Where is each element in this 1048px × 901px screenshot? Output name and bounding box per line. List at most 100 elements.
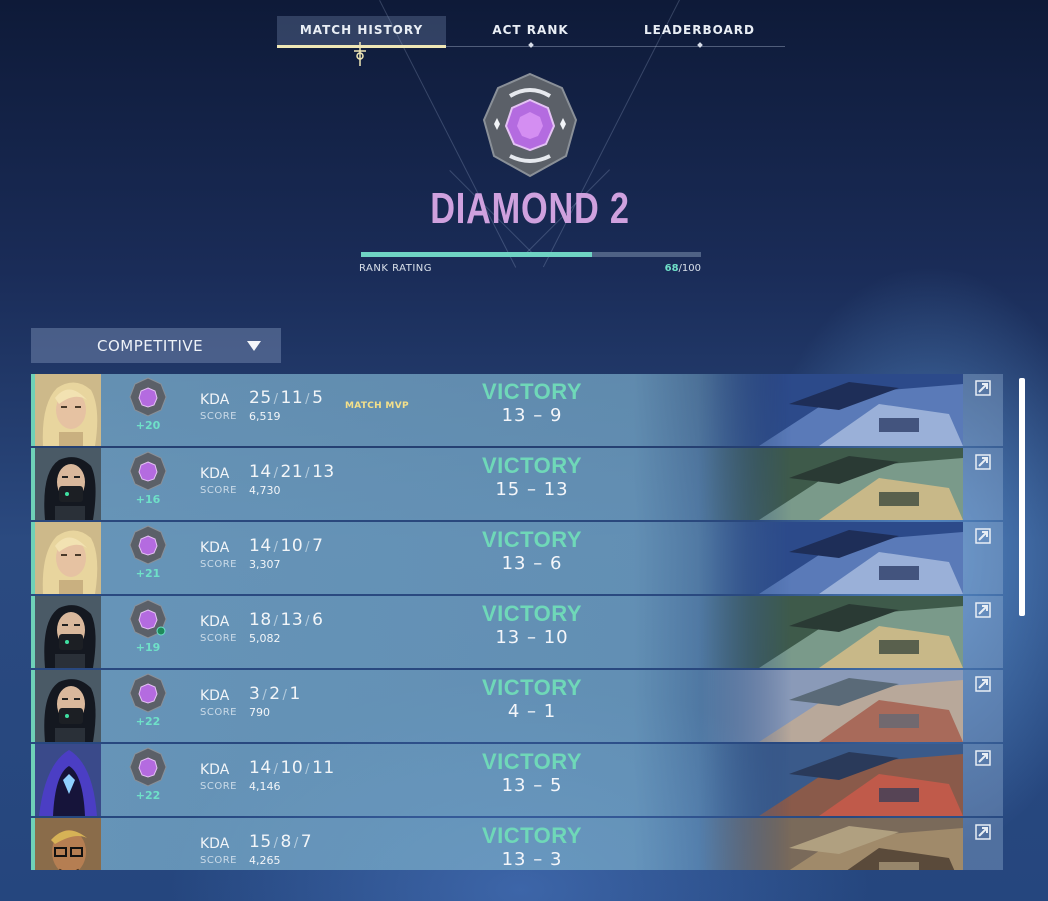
tab-dot-icon <box>696 42 703 48</box>
open-match-details-button[interactable] <box>963 670 1003 742</box>
kda-label: KDA <box>200 466 230 482</box>
courtyard-map-thumbnail <box>699 596 963 668</box>
kda-label: KDA <box>200 688 230 704</box>
assists: 6 <box>312 610 324 630</box>
match-row[interactable]: +16 KDA 14/21/13 SCORE 4,730 VICTORY 15 … <box>31 448 1003 520</box>
open-match-details-button[interactable] <box>963 374 1003 446</box>
city-map-thumbnail <box>699 744 963 816</box>
match-result: VICTORY <box>481 675 583 700</box>
tab-leaderboard[interactable]: LEADERBOARD <box>615 16 784 48</box>
kills: 3 <box>249 684 261 704</box>
score-label: SCORE <box>200 855 237 866</box>
score-value: 4,265 <box>249 854 281 867</box>
kills: 14 <box>249 758 272 778</box>
match-row[interactable]: KDA 15/8/7 SCORE 4,265 VICTORY 13 – 3 <box>31 818 1003 870</box>
expand-arrow-icon <box>975 602 991 618</box>
round-score: 13 – 6 <box>469 553 595 574</box>
deaths: 10 <box>280 758 304 778</box>
match-row[interactable]: +20 KDA 25/11/5 SCORE 6,519 MATCH MVP VI… <box>31 374 1003 446</box>
blonde-agent-portrait <box>35 522 101 594</box>
score-value: 6,519 <box>249 410 281 423</box>
kda-value: 14/10/7 <box>249 536 323 556</box>
queue-mode-dropdown[interactable]: COMPETITIVE <box>31 328 281 363</box>
expand-arrow-icon <box>975 824 991 840</box>
match-row[interactable]: +22 KDA 3/2/1 SCORE 790 VICTORY 4 – 1 <box>31 670 1003 742</box>
rooftop-map-thumbnail <box>699 522 963 594</box>
round-score: 13 – 10 <box>469 627 595 648</box>
kda-label: KDA <box>200 762 230 778</box>
kda-separator: / <box>262 688 268 703</box>
round-score: 13 – 3 <box>469 849 595 870</box>
enemy-score: 10 <box>543 627 569 648</box>
tab-label: ACT RANK <box>492 23 569 37</box>
open-match-details-button[interactable] <box>963 596 1003 668</box>
rank-rating-label: RANK RATING <box>359 263 432 274</box>
rr-change: +19 <box>135 641 161 654</box>
rr-change: +22 <box>135 715 161 728</box>
kda-value: 14/21/13 <box>249 462 335 482</box>
diamond-rank-icon <box>129 525 167 565</box>
score-dash: – <box>533 405 544 426</box>
rank-rating-fill <box>361 252 593 257</box>
assists: 7 <box>312 536 324 556</box>
caret-down-icon <box>247 341 261 351</box>
hooded-agent-portrait <box>35 744 101 816</box>
deaths: 21 <box>280 462 304 482</box>
expand-arrow-icon <box>975 750 991 766</box>
team-score: 13 <box>501 405 527 426</box>
expand-arrow-icon <box>975 528 991 544</box>
team-score: 4 <box>507 701 521 722</box>
open-match-details-button[interactable] <box>963 448 1003 520</box>
kda-separator: / <box>273 392 279 407</box>
score-value: 4,146 <box>249 780 281 793</box>
enemy-score: 6 <box>549 553 563 574</box>
kda-separator: / <box>305 762 311 777</box>
kda-separator: / <box>273 614 279 629</box>
score-dash: – <box>533 775 544 796</box>
rr-change: +20 <box>135 419 161 432</box>
assists: 1 <box>289 684 301 704</box>
kda-separator: / <box>273 762 279 777</box>
team-score: 15 <box>495 479 521 500</box>
expand-arrow-icon <box>975 380 991 396</box>
team-score: 13 <box>501 849 527 870</box>
masked-agent-portrait <box>35 670 101 742</box>
score-label: SCORE <box>200 781 237 792</box>
deaths: 13 <box>280 610 304 630</box>
kda-value: 15/8/7 <box>249 832 312 852</box>
enemy-score: 1 <box>543 701 557 722</box>
kda-label: KDA <box>200 836 230 852</box>
match-row[interactable]: +22 KDA 14/10/11 SCORE 4,146 VICTORY 13 … <box>31 744 1003 816</box>
round-score: 13 – 9 <box>469 405 595 426</box>
open-match-details-button[interactable] <box>963 818 1003 870</box>
rr-change: +22 <box>135 789 161 802</box>
match-row[interactable]: +19 KDA 18/13/6 SCORE 5,082 VICTORY 13 –… <box>31 596 1003 668</box>
kda-label: KDA <box>200 392 230 408</box>
courtyard-map-thumbnail <box>699 448 963 520</box>
market-map-thumbnail <box>699 818 963 870</box>
list-scrollbar[interactable] <box>1019 378 1025 616</box>
deaths: 11 <box>280 388 304 408</box>
kda-value: 3/2/1 <box>249 684 301 704</box>
score-value: 3,307 <box>249 558 281 571</box>
kda-value: 18/13/6 <box>249 610 323 630</box>
team-score: 13 <box>501 775 527 796</box>
tab-dot-icon <box>527 42 534 48</box>
round-score: 15 – 13 <box>469 479 595 500</box>
match-row[interactable]: +21 KDA 14/10/7 SCORE 3,307 VICTORY 13 –… <box>31 522 1003 594</box>
score-value: 790 <box>249 706 270 719</box>
kda-separator: / <box>273 540 279 555</box>
open-match-details-button[interactable] <box>963 522 1003 594</box>
deaths: 2 <box>269 684 281 704</box>
kda-separator: / <box>282 688 288 703</box>
score-value: 4,730 <box>249 484 281 497</box>
score-label: SCORE <box>200 707 237 718</box>
open-match-details-button[interactable] <box>963 744 1003 816</box>
rank-title: DIAMOND 2 <box>430 184 630 233</box>
enemy-score: 13 <box>543 479 569 500</box>
match-result: VICTORY <box>481 601 583 626</box>
tab-act-rank[interactable]: ACT RANK <box>446 16 615 48</box>
kills: 25 <box>249 388 272 408</box>
assists: 11 <box>312 758 335 778</box>
score-label: SCORE <box>200 633 237 644</box>
